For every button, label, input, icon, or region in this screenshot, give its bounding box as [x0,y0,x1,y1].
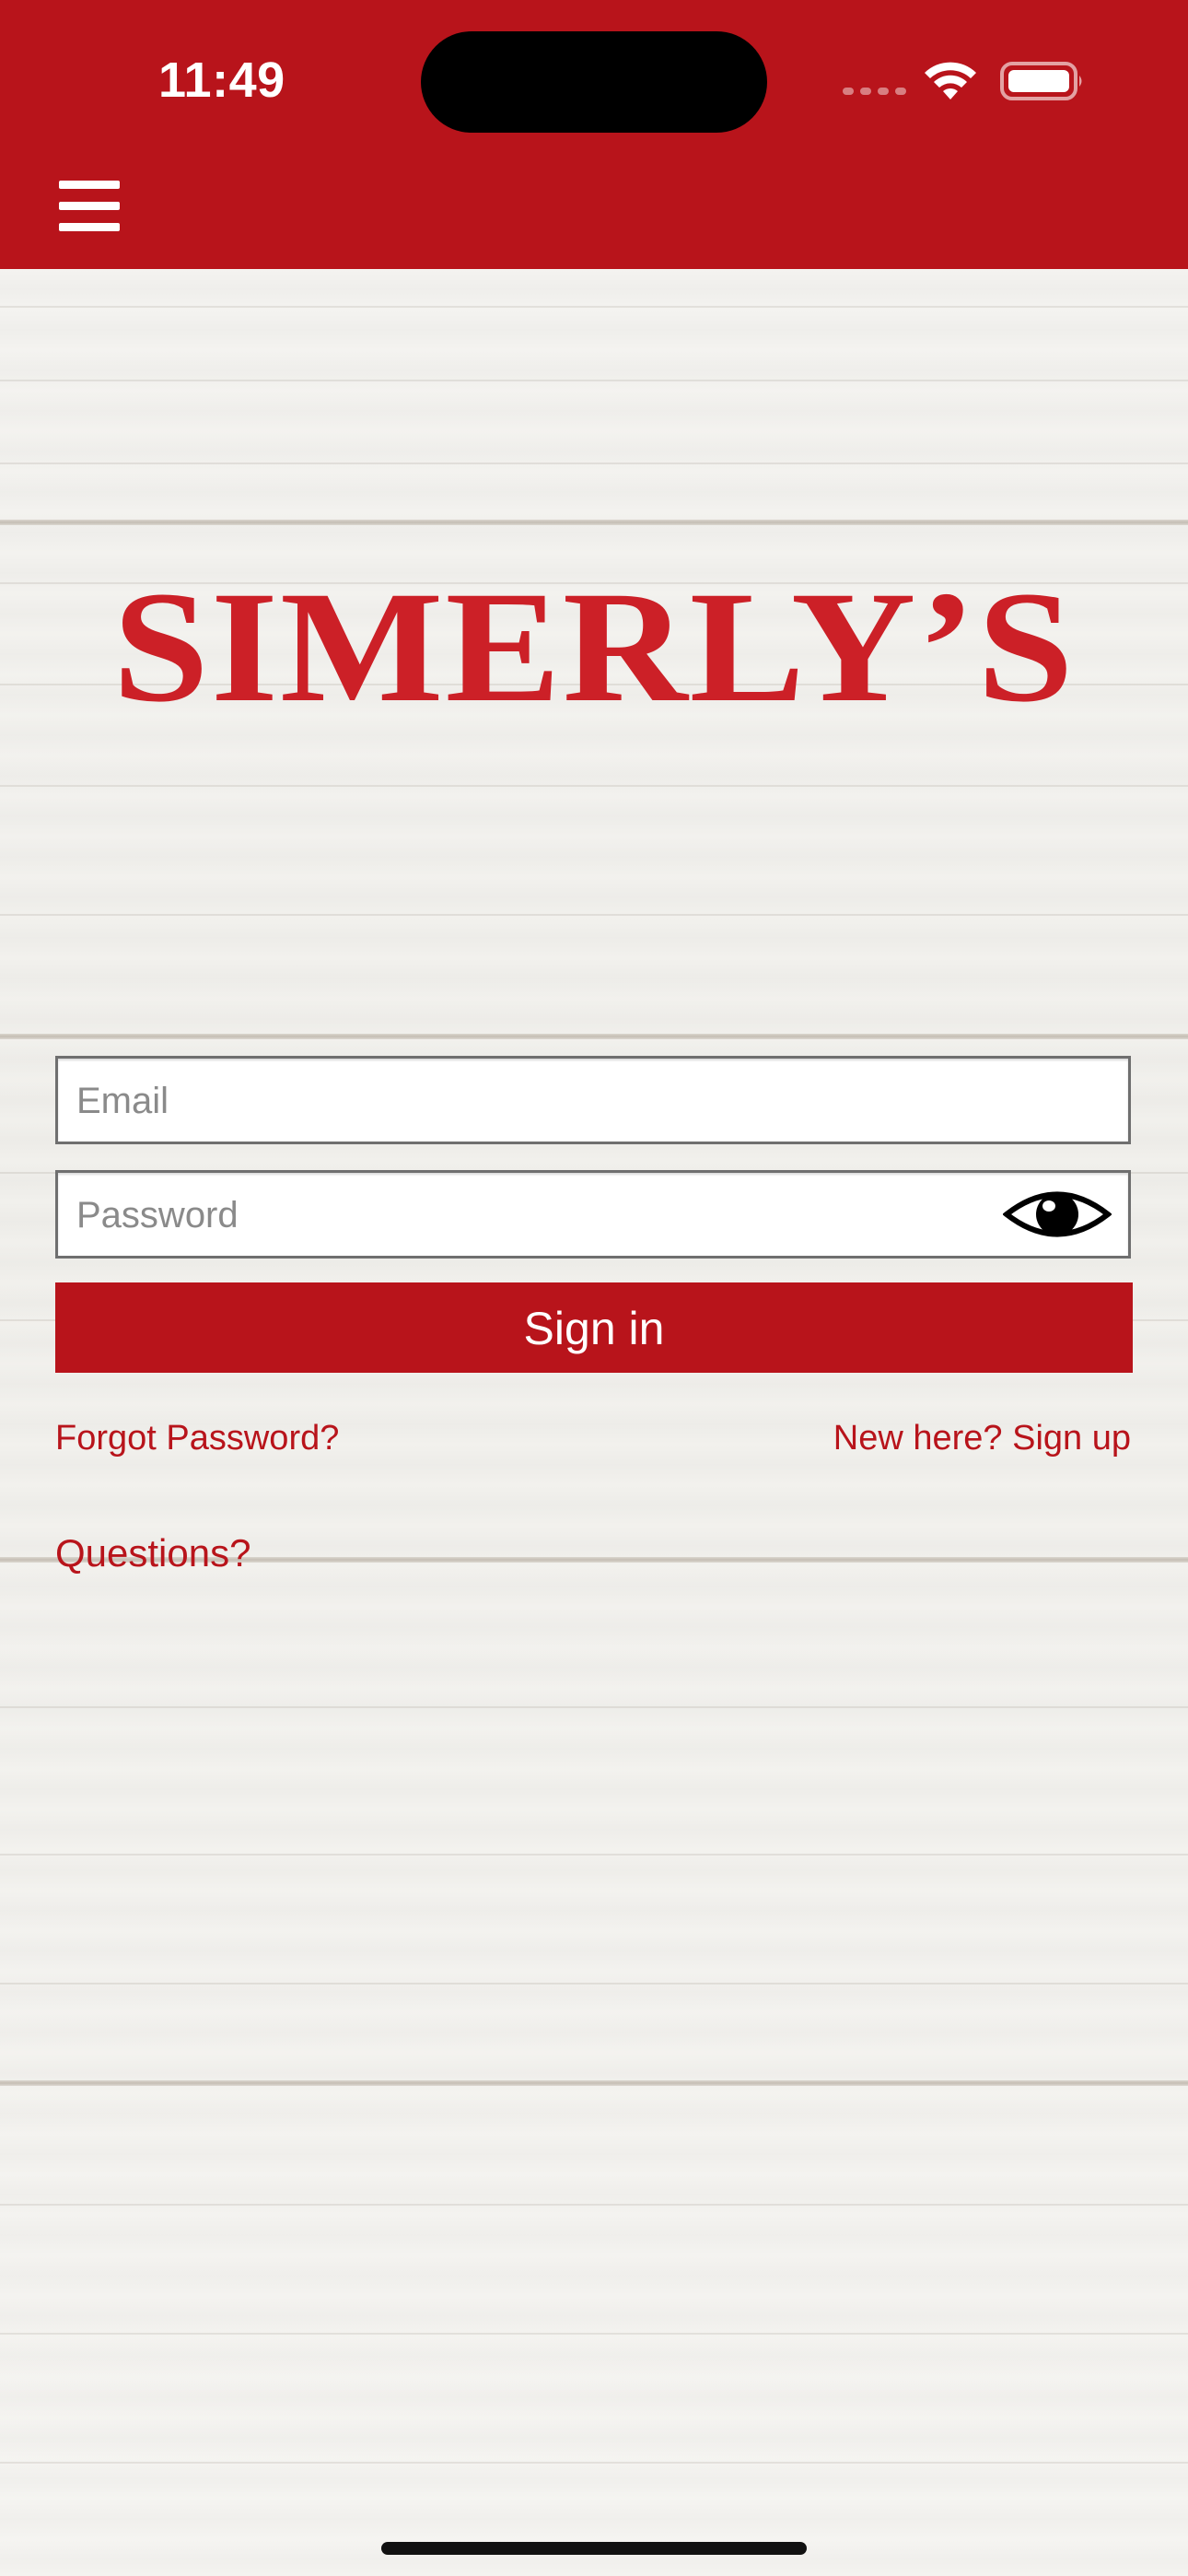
hamburger-menu-icon[interactable] [59,181,120,232]
sign-up-link[interactable]: New here? Sign up [833,1419,1131,1458]
email-field-box [55,1056,1131,1144]
email-input[interactable] [75,1059,1036,1143]
password-input[interactable] [75,1173,1036,1258]
dynamic-island [421,31,767,133]
battery-icon [1000,62,1082,100]
sign-in-button[interactable]: Sign in [55,1282,1133,1373]
home-indicator[interactable] [381,2542,807,2555]
eye-icon[interactable] [1003,1186,1112,1243]
password-field-box [55,1170,1131,1259]
questions-link[interactable]: Questions? [55,1531,250,1575]
forgot-password-link[interactable]: Forgot Password? [55,1419,339,1458]
app-header: 11:49 [0,0,1188,269]
status-time: 11:49 [158,53,285,108]
simerlys-logo: SIMERLY’S [112,557,1076,735]
wifi-icon [925,62,976,100]
cellular-signal-icon [843,88,906,95]
